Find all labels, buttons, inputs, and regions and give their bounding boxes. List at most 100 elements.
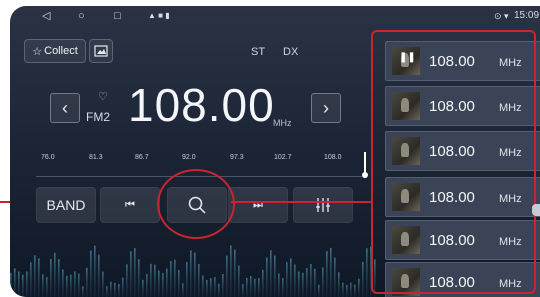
scale-label: 108.0	[324, 154, 342, 161]
spectrum-bar	[114, 282, 116, 297]
spectrum-bar	[362, 261, 364, 297]
annotation-circle-search	[157, 169, 235, 239]
spectrum-bar	[302, 272, 304, 297]
spectrum-bar	[126, 264, 128, 297]
scale-label: 86.7	[135, 154, 149, 161]
tune-down-button[interactable]: ‹	[50, 93, 80, 123]
spectrum-bar	[330, 247, 332, 297]
spectrum-bar	[130, 251, 132, 297]
spectrum-bar	[106, 286, 108, 297]
nav-recent-icon[interactable]: □	[114, 9, 121, 23]
image-icon	[94, 45, 108, 57]
spectrum-bar	[210, 278, 212, 297]
spectrum-bar	[26, 271, 28, 297]
spectrum-bar	[10, 273, 12, 297]
spectrum-bar	[266, 257, 268, 297]
spectrum-bar	[322, 267, 324, 297]
equalizer-button[interactable]	[293, 187, 353, 223]
spectrum-bar	[346, 284, 348, 297]
spectrum-bar	[326, 251, 328, 297]
spectrum-bar	[62, 269, 64, 297]
spectrum-bar	[66, 275, 68, 297]
band-button[interactable]: BAND	[36, 187, 96, 223]
spectrum-bar	[350, 282, 352, 297]
spectrum-bar	[306, 268, 308, 297]
spectrum-bar	[118, 283, 120, 297]
chevron-left-icon: ‹	[62, 97, 68, 118]
spectrum-bar	[142, 279, 144, 297]
spectrum-bar	[270, 250, 272, 297]
spectrum-bar	[190, 250, 192, 297]
spectrum-bar	[314, 268, 316, 297]
collect-button[interactable]: ☆ Collect	[24, 39, 86, 63]
annotation-box-stations	[371, 30, 536, 294]
spectrum-bar	[274, 255, 276, 297]
spectrum-bar	[54, 252, 56, 297]
spectrum-bar	[286, 262, 288, 297]
nav-back-icon[interactable]: ◁	[42, 9, 50, 23]
spectrum-bar	[14, 268, 16, 297]
chevron-right-icon: ›	[323, 97, 329, 118]
dx-indicator[interactable]: DX	[283, 46, 298, 58]
spectrum-bar	[254, 278, 256, 297]
stereo-indicator: ST	[251, 46, 266, 58]
seek-previous-button[interactable]: ⏮	[100, 187, 160, 223]
spectrum-bar	[22, 274, 24, 297]
spectrum-bar	[86, 267, 88, 297]
star-icon: ☆	[32, 45, 43, 58]
spectrum-bar	[138, 259, 140, 297]
spectrum-bar	[294, 264, 296, 297]
spectrum-bar	[242, 284, 244, 297]
spectrum-bar	[94, 245, 96, 297]
spectrum-bar	[50, 258, 52, 297]
spectrum-bar	[250, 276, 252, 297]
spectrum-bar	[38, 258, 40, 297]
spectrum-bar	[342, 282, 344, 297]
gallery-button[interactable]	[89, 39, 113, 63]
spectrum-bar	[298, 271, 300, 297]
scroll-handle[interactable]	[532, 204, 540, 216]
spectrum-bar	[186, 262, 188, 297]
spectrum-bar	[262, 269, 264, 297]
spectrum-bar	[278, 273, 280, 297]
spectrum-bar	[202, 275, 204, 297]
spectrum-bar	[214, 276, 216, 297]
spectrum-bar	[46, 277, 48, 297]
tune-up-button[interactable]: ›	[311, 93, 341, 123]
scale-label: 97.3	[230, 154, 244, 161]
pause-icon: ❚❚	[399, 52, 416, 63]
spectrum-bar	[226, 255, 228, 297]
spectrum-bar	[218, 283, 220, 297]
spectrum-bar	[174, 259, 176, 297]
collect-label: Collect	[44, 45, 78, 57]
scale-label: 92.0	[182, 154, 196, 161]
skip-previous-icon: ⏮	[125, 198, 135, 211]
spectrum-bar	[150, 263, 152, 297]
spectrum-bar	[206, 280, 208, 297]
clock: 15:09	[514, 10, 540, 21]
favorite-heart-icon[interactable]: ♡	[98, 90, 108, 103]
spectrum-bar	[198, 264, 200, 297]
spectrum-bar	[170, 261, 172, 297]
spectrum-bar	[366, 248, 368, 297]
scale-label: 76.0	[41, 154, 55, 161]
spectrum-bar	[58, 258, 60, 297]
nav-home-icon[interactable]: ○	[78, 9, 85, 23]
spectrum-bar	[318, 284, 320, 297]
spectrum-bar	[358, 278, 360, 297]
spectrum-bar	[162, 273, 164, 297]
spectrum-bar	[230, 245, 232, 297]
spectrum-bar	[110, 281, 112, 297]
spectrum-bar	[158, 270, 160, 297]
notification-icons: ▲ ■ ▮	[148, 11, 170, 20]
current-frequency: 108.00	[128, 79, 275, 131]
seek-next-button[interactable]: ⏭	[228, 187, 288, 223]
scale-label: 102.7	[274, 154, 292, 161]
tuning-marker[interactable]	[362, 152, 368, 178]
spectrum-bar	[18, 271, 20, 297]
spectrum-bar	[42, 274, 44, 297]
spectrum-bar	[238, 265, 240, 297]
spectrum-bar	[98, 254, 100, 297]
spectrum-bar	[234, 249, 236, 297]
spectrum-bar	[246, 278, 248, 297]
